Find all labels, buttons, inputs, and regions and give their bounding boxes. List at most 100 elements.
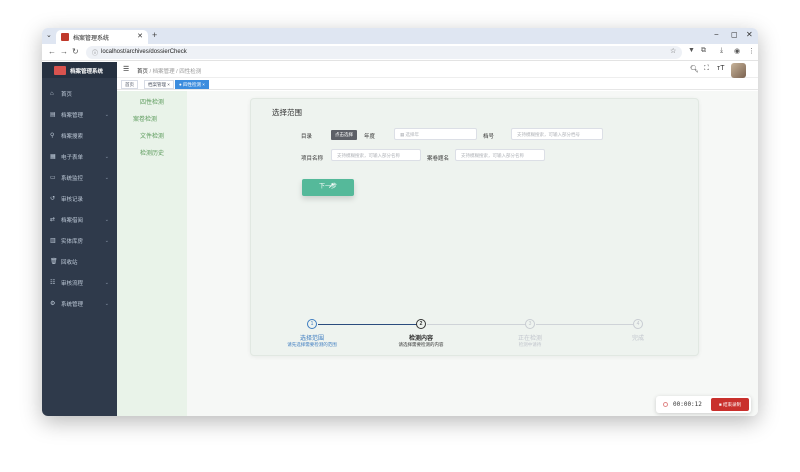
address-bar-row: ← → ↻ ⓘ localhost/archives/dossierCheck … — [42, 44, 758, 61]
step-2-title: 检测内容 — [408, 336, 433, 342]
step-3-title: 正在检测 — [517, 336, 542, 342]
sidebar-menu: ⌂ 首页 ▤ 档案管理 ⌄ ⚲ 档案搜索 ▦ 电子表单 ⌄ ▭ 系统监控 ⌄ ↺ 审核记录 ⇄ 档案借阅 ⌄ ▥ 实体… — [42, 83, 117, 314]
sidebar-item-label: 档案管理 — [61, 112, 84, 119]
chevron-down-icon: ⌄ — [104, 111, 109, 118]
step-connector — [427, 324, 526, 325]
step-3-desc: 检测中请待 — [518, 342, 542, 347]
monitor-icon: ▭ — [50, 175, 56, 181]
borrow-icon: ⇄ — [50, 217, 56, 223]
maximize-button[interactable]: ◻ — [731, 30, 738, 39]
timer-value: 00:00:12 — [673, 401, 702, 408]
window-close-button[interactable]: ✕ — [746, 30, 753, 39]
chevron-down-icon: ⌄ — [104, 279, 109, 286]
menu-dots-icon[interactable]: ⋮ — [748, 47, 755, 55]
sidebar-item-label: 实体库房 — [61, 238, 84, 245]
chevron-down-icon: ⌄ — [104, 216, 109, 223]
tag-check[interactable]: ● 四性检测 × — [175, 80, 209, 89]
app-logo-icon — [54, 66, 66, 75]
mouse-cursor-icon: ➚ — [328, 181, 335, 190]
catalog-label: 目录 — [301, 134, 313, 140]
recording-timer: 00:00:12 ■ 结束录制 — [656, 396, 751, 413]
bookmark-star-icon[interactable]: ☆ — [670, 47, 676, 55]
trash-icon: 🗑︎ — [50, 259, 58, 265]
search-icon: ⚲ — [50, 133, 55, 139]
browser-window: ⌄ 档案管理系统 ✕ + − ◻ ✕ ← → ↻ ⓘ localhost/arc… — [42, 28, 758, 416]
sidebar-item[interactable]: ▥ 实体库房 ⌄ — [42, 230, 117, 251]
sidebar-item[interactable]: ⚙ 系统管理 ⌄ — [42, 293, 117, 314]
avatar[interactable] — [731, 63, 746, 78]
breadcrumb-current: 四性检测 — [179, 69, 202, 75]
catalog-select-button[interactable]: 点击选择 — [331, 130, 357, 140]
browser-tab-title: 档案管理系统 — [73, 36, 110, 42]
forward-icon[interactable]: → — [60, 47, 68, 56]
reload-icon[interactable]: ↻ — [72, 47, 79, 56]
chevron-down-icon: ⌄ — [104, 174, 109, 181]
tags-view: 首页 档案管理 × ● 四性检测 × — [117, 79, 758, 90]
tab-close-icon[interactable]: ✕ — [137, 32, 143, 40]
app-sidebar: 档案管理系统 ⌂ 首页 ▤ 档案管理 ⌄ ⚲ 档案搜索 ▦ 电子表单 ⌄ ▭ 系统监控 ⌄ ↺ 审核记录 ⇄ 档… — [42, 62, 117, 416]
tag-home[interactable]: 首页 — [121, 80, 138, 89]
dossier-title-input[interactable]: 支持模糊搜索，可输入部分名称 — [455, 149, 545, 161]
tag-archive[interactable]: 档案管理 × — [144, 80, 174, 89]
step-2-desc: 请选择需要检测的内容 — [398, 342, 444, 347]
calendar-icon: ▦ — [400, 132, 405, 137]
sidebar-item[interactable]: ↺ 审核记录 — [42, 188, 117, 209]
sidebar-item[interactable]: ⚲ 档案搜索 — [42, 125, 117, 146]
step-4-title: 完成 — [631, 336, 644, 342]
stop-recording-button[interactable]: ■ 结束录制 — [711, 398, 749, 411]
sidebar-item[interactable]: ▦ 电子表单 ⌄ — [42, 146, 117, 167]
chevron-down-icon: ⌄ — [104, 153, 109, 160]
project-input[interactable]: 支持模糊搜索，可输入部分名称 — [331, 149, 421, 161]
download-icon[interactable]: ⤓ — [720, 47, 723, 55]
chevron-down-icon: ⌄ — [104, 300, 109, 307]
hamburger-icon[interactable]: ☰ — [123, 65, 129, 73]
sidebar-item-label: 审核记录 — [61, 196, 84, 203]
sidebar-item-label: 系统管理 — [61, 301, 84, 308]
url-field[interactable]: ⓘ localhost/archives/dossierCheck — [86, 46, 682, 59]
subnav-item-history[interactable]: 检测历史 — [117, 148, 187, 157]
extension-icon[interactable]: ▼ — [688, 47, 695, 54]
breadcrumb-home[interactable]: 首页 — [137, 69, 148, 75]
step-1-desc: 请先选择需要检测的范围 — [287, 342, 337, 347]
subnav-item-dossier-check[interactable]: 案卷检测 — [110, 114, 180, 123]
breadcrumb-archive[interactable]: 档案管理 — [153, 69, 175, 75]
sidebar-item[interactable]: 🗑︎ 回收站 — [42, 251, 117, 272]
file-no-input[interactable]: 支持模糊搜索，可输入部分档号 — [511, 128, 603, 140]
warehouse-icon: ▥ — [50, 238, 56, 244]
sidebar-item-label: 审核流程 — [61, 280, 84, 287]
browser-tab[interactable]: 档案管理系统 ✕ — [56, 30, 148, 44]
puzzle-icon[interactable]: ⧉ — [701, 47, 706, 55]
record-dot-icon — [663, 402, 668, 407]
breadcrumb: 首页 / 档案管理 / 四性检测 — [137, 69, 202, 75]
flow-icon: ☷ — [50, 280, 56, 286]
subnav-item-file-check[interactable]: 文件检测 — [117, 131, 187, 140]
sidebar-item-label: 电子表单 — [61, 154, 84, 161]
tab-search-icon[interactable]: ⌄ — [46, 31, 52, 39]
main-content: 四性检测 案卷检测 文件检测 检测历史 选择范围 目录 点击选择 年度 ▦ 选择… — [117, 91, 758, 416]
file-no-label: 档号 — [483, 134, 495, 140]
sidebar-item[interactable]: ▭ 系统监控 ⌄ — [42, 167, 117, 188]
favicon-icon — [61, 33, 69, 41]
browser-tab-bar: ⌄ 档案管理系统 ✕ + − ◻ ✕ — [42, 28, 758, 44]
sidebar-item[interactable]: ⇄ 档案借阅 ⌄ — [42, 209, 117, 230]
minimize-button[interactable]: − — [714, 30, 719, 39]
gear-icon: ⚙ — [50, 301, 56, 307]
profile-icon[interactable]: ◉ — [734, 47, 740, 55]
app-logo-bar: 档案管理系统 — [42, 62, 117, 78]
back-icon[interactable]: ← — [48, 47, 56, 56]
year-picker[interactable]: ▦ 选择年 — [394, 128, 477, 140]
new-tab-button[interactable]: + — [152, 30, 157, 40]
search-icon[interactable]: 🔍︎ — [690, 65, 699, 73]
site-info-icon[interactable]: ⓘ — [92, 48, 98, 57]
form-icon: ▦ — [50, 154, 56, 160]
sidebar-item[interactable]: ▤ 档案管理 ⌄ — [42, 104, 117, 125]
sidebar-item-label: 档案搜索 — [61, 133, 84, 140]
subnav-item-four-check[interactable]: 四性检测 — [117, 97, 187, 106]
sidebar-item-label: 回收站 — [61, 259, 78, 266]
url-text: localhost/archives/dossierCheck — [101, 49, 187, 55]
font-size-icon[interactable]: ᴛT — [717, 65, 724, 72]
sidebar-item[interactable]: ☷ 审核流程 ⌄ — [42, 272, 117, 293]
step-1-title: 选择范围 — [299, 336, 324, 342]
fullscreen-icon[interactable]: ⛶ — [704, 65, 709, 73]
sidebar-item[interactable]: ⌂ 首页 — [42, 83, 117, 104]
